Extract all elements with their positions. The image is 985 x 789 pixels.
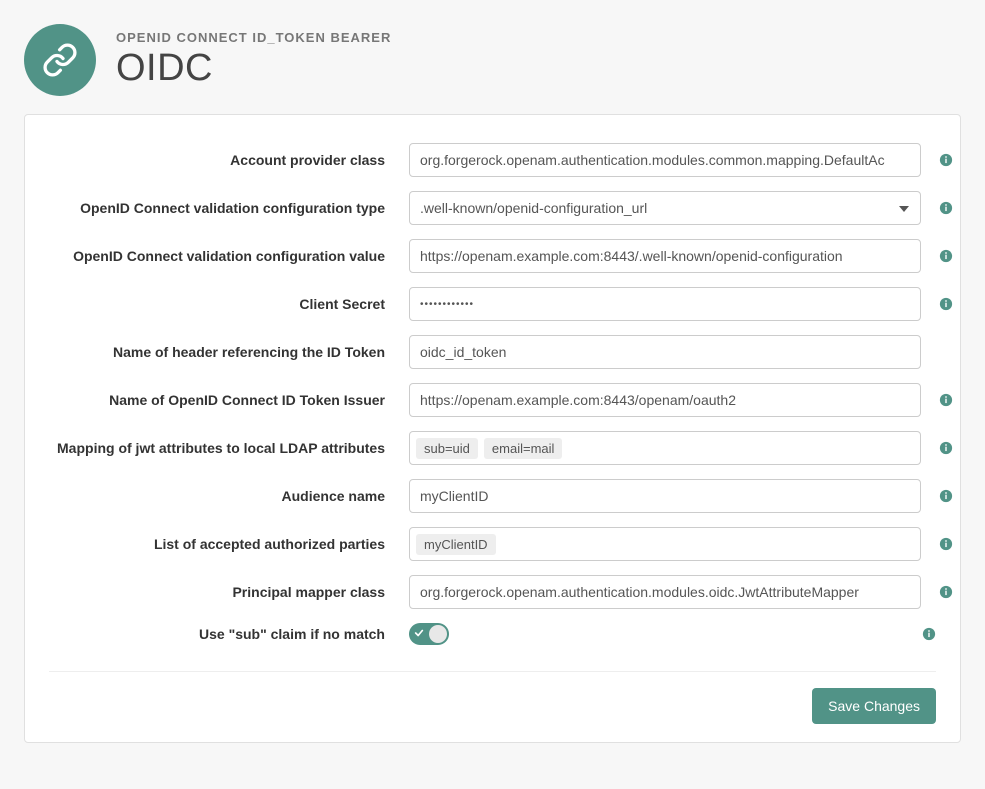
info-icon[interactable] (939, 489, 953, 503)
label-validation-value: OpenID Connect validation configuration … (49, 248, 409, 264)
config-panel: Account provider class OpenID Connect va… (24, 114, 961, 743)
toggle-use-sub[interactable] (409, 623, 449, 645)
label-client-secret: Client Secret (49, 296, 409, 312)
page-title: OIDC (116, 47, 391, 90)
label-principal-mapper: Principal mapper class (49, 584, 409, 600)
row-audience: Audience name (49, 479, 936, 513)
select-validation-type-value: .well-known/openid-configuration_url (420, 200, 647, 216)
label-authorized-parties: List of accepted authorized parties (49, 536, 409, 552)
input-audience[interactable] (409, 479, 921, 513)
label-account-provider: Account provider class (49, 152, 409, 168)
row-authorized-parties: List of accepted authorized parties myCl… (49, 527, 936, 561)
info-icon[interactable] (922, 627, 936, 641)
panel-footer: Save Changes (49, 671, 936, 724)
input-issuer-name[interactable] (409, 383, 921, 417)
info-icon[interactable] (939, 393, 953, 407)
input-account-provider[interactable] (409, 143, 921, 177)
input-validation-value[interactable] (409, 239, 921, 273)
info-icon[interactable] (939, 441, 953, 455)
input-principal-mapper[interactable] (409, 575, 921, 609)
label-header-name: Name of header referencing the ID Token (49, 344, 409, 360)
info-icon[interactable] (939, 537, 953, 551)
page-header: OPENID CONNECT ID_TOKEN BEARER OIDC (24, 24, 961, 96)
row-header-name: Name of header referencing the ID Token (49, 335, 936, 369)
row-validation-value: OpenID Connect validation configuration … (49, 239, 936, 273)
row-issuer-name: Name of OpenID Connect ID Token Issuer (49, 383, 936, 417)
info-icon[interactable] (939, 201, 953, 215)
row-client-secret: Client Secret (49, 287, 936, 321)
row-validation-type: OpenID Connect validation configuration … (49, 191, 936, 225)
info-icon[interactable] (939, 249, 953, 263)
tagbox-authorized-parties[interactable]: myClientID (409, 527, 921, 561)
tag-item[interactable]: email=mail (484, 438, 563, 459)
label-use-sub: Use "sub" claim if no match (49, 626, 409, 642)
label-validation-type: OpenID Connect validation configuration … (49, 200, 409, 216)
info-icon[interactable] (939, 585, 953, 599)
tagbox-jwt-mapping[interactable]: sub=uid email=mail (409, 431, 921, 465)
save-changes-button[interactable]: Save Changes (812, 688, 936, 724)
row-jwt-mapping: Mapping of jwt attributes to local LDAP … (49, 431, 936, 465)
tag-item[interactable]: sub=uid (416, 438, 478, 459)
tag-item[interactable]: myClientID (416, 534, 496, 555)
check-icon (414, 625, 424, 643)
toggle-knob (429, 625, 447, 643)
select-validation-type[interactable]: .well-known/openid-configuration_url (409, 191, 921, 225)
input-client-secret[interactable] (409, 287, 921, 321)
label-audience: Audience name (49, 488, 409, 504)
link-icon (24, 24, 96, 96)
info-icon[interactable] (939, 153, 953, 167)
row-principal-mapper: Principal mapper class (49, 575, 936, 609)
label-issuer-name: Name of OpenID Connect ID Token Issuer (49, 392, 409, 408)
label-jwt-mapping: Mapping of jwt attributes to local LDAP … (49, 440, 409, 456)
input-header-name[interactable] (409, 335, 921, 369)
row-account-provider: Account provider class (49, 143, 936, 177)
row-use-sub: Use "sub" claim if no match (49, 623, 936, 645)
info-icon[interactable] (939, 297, 953, 311)
page-subtitle: OPENID CONNECT ID_TOKEN BEARER (116, 30, 391, 45)
